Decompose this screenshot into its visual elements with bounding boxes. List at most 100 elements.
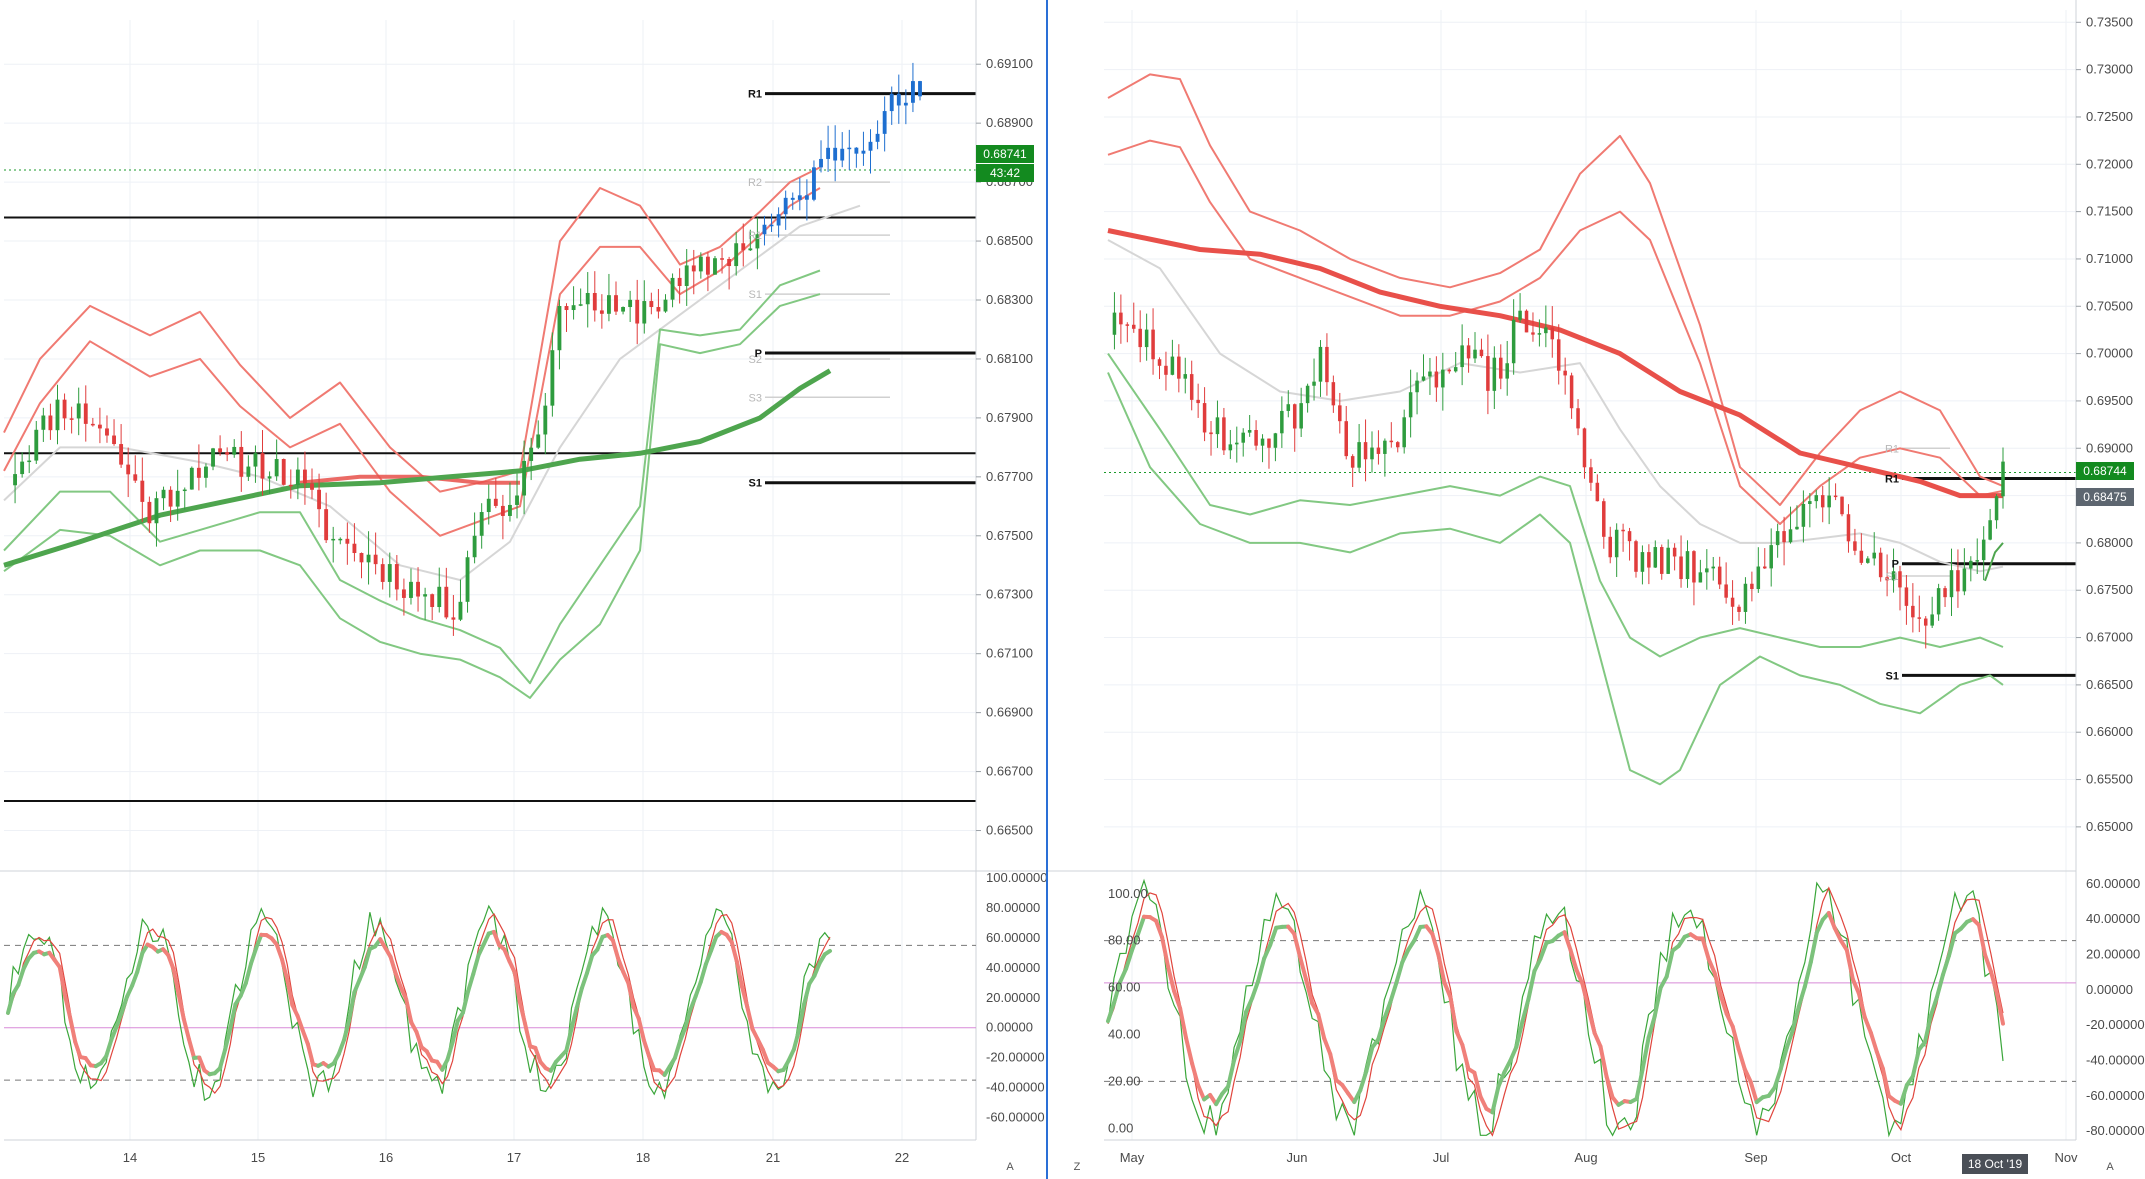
osc-tick-label: 40.00000 <box>2086 911 2140 926</box>
osc-tick-label: 20.00000 <box>2086 947 2140 962</box>
candle-body <box>1846 514 1851 542</box>
candle-body <box>1666 547 1670 574</box>
candle-body <box>154 498 159 524</box>
candle-body <box>267 476 272 479</box>
candle-body <box>41 415 46 430</box>
right-date-label: 18 Oct '19 <box>1968 1157 2023 1171</box>
osc-left-tick-label: 80.00 <box>1108 933 1141 948</box>
candle-body <box>1647 552 1651 568</box>
candle-body <box>1981 539 1986 561</box>
faint-pivot-label: R1 <box>1885 443 1899 455</box>
candle-body <box>1292 404 1297 429</box>
price-tick-label: 0.68000 <box>2086 535 2133 550</box>
candle-body <box>1653 547 1658 568</box>
candle-body <box>649 301 654 308</box>
candle-body <box>599 310 604 314</box>
candle-body <box>1241 432 1245 443</box>
candle-body <box>1131 324 1136 329</box>
candle-body <box>1550 327 1555 340</box>
candle-body <box>1994 496 1999 521</box>
candle-body <box>331 538 336 541</box>
candle-body <box>677 277 682 287</box>
candle-body <box>83 403 88 424</box>
candle-body <box>76 403 81 419</box>
candle-body <box>585 292 590 305</box>
candle-body <box>486 498 491 513</box>
candle-body <box>705 256 710 275</box>
candle-body <box>1325 346 1329 383</box>
time-tick-label: Sep <box>1744 1150 1767 1165</box>
osc-tick-label: 40.00000 <box>986 960 1040 975</box>
candle-body <box>295 469 300 486</box>
candle-body <box>854 147 859 154</box>
price-tick-label: 0.70000 <box>2086 346 2133 361</box>
candle-body <box>1402 417 1406 448</box>
time-tick-label: May <box>1120 1150 1145 1165</box>
candle-body <box>1769 545 1773 569</box>
candle-body <box>437 586 442 608</box>
candle-body <box>1634 541 1638 572</box>
candle-body <box>274 459 279 477</box>
right-zoom-button[interactable]: Z <box>1074 1161 1081 1173</box>
candle-body <box>288 484 293 487</box>
candle-body <box>557 306 562 351</box>
candle-body <box>1505 363 1509 379</box>
candle-body <box>1853 541 1857 551</box>
candle-body <box>1164 365 1168 375</box>
time-tick-label: 17 <box>507 1150 521 1165</box>
candle-body <box>635 299 640 324</box>
candle-body <box>1576 408 1580 429</box>
candle-body <box>27 460 32 463</box>
candle-body <box>1640 552 1645 572</box>
candle-body <box>1144 329 1149 348</box>
candle-body <box>1556 339 1561 371</box>
right-axis-auto-button[interactable]: A <box>2106 1161 2114 1173</box>
candle-body <box>409 581 413 598</box>
candle-body <box>607 295 611 314</box>
candle-body <box>1389 440 1394 443</box>
osc-left-tick-label: 40.00 <box>1108 1026 1141 1041</box>
candle-body <box>1866 558 1870 563</box>
candle-body <box>1524 310 1529 333</box>
candle-body <box>1775 531 1780 546</box>
candle-body <box>359 553 364 563</box>
candle-body <box>1260 438 1265 446</box>
candle-body <box>748 248 753 251</box>
left-timer-label: 43:42 <box>990 166 1020 180</box>
candle-body <box>1763 566 1767 569</box>
candle-body <box>161 489 166 499</box>
candle-body <box>1672 547 1677 557</box>
candle-body <box>797 195 802 200</box>
candle-body <box>1338 405 1342 422</box>
candle-body <box>614 295 618 312</box>
candle-body <box>373 554 378 565</box>
candle-body <box>1170 356 1175 375</box>
candle-body <box>1711 566 1716 569</box>
candle-body <box>1511 319 1516 364</box>
candle-body <box>175 490 180 507</box>
candle-body <box>691 265 696 272</box>
left-axis-auto-button[interactable]: A <box>1006 1161 1014 1173</box>
candle-body <box>168 489 173 507</box>
candle-body <box>218 448 223 453</box>
candle-body <box>281 459 286 485</box>
price-tick-label: 0.66000 <box>2086 724 2133 739</box>
faint-pivot-label: S1 <box>1886 571 1899 583</box>
candle-body <box>826 147 831 159</box>
candle-body <box>1943 588 1947 598</box>
price-tick-label: 0.66500 <box>986 823 1033 838</box>
candle-body <box>1621 529 1625 532</box>
candle-body <box>1608 536 1612 558</box>
candle-body <box>1705 568 1709 573</box>
price-tick-label: 0.68100 <box>986 351 1033 366</box>
candle-body <box>628 299 633 308</box>
candle-body <box>1370 447 1374 460</box>
candle-body <box>444 586 449 618</box>
candle-body <box>416 581 420 597</box>
price-tick-label: 0.69100 <box>986 56 1033 71</box>
candle-body <box>493 498 498 506</box>
candle-body <box>1318 346 1323 382</box>
pivot-label-r1: R1 <box>1885 474 1899 486</box>
candle-body <box>1453 367 1458 372</box>
candle-body <box>20 461 25 475</box>
